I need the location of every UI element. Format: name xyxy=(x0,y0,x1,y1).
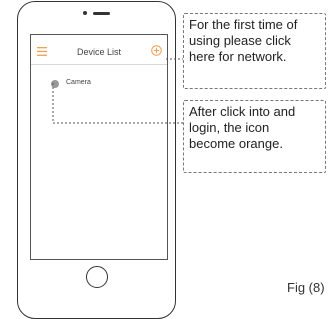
connector-lines xyxy=(52,58,183,124)
figure-label: Fig (8) xyxy=(287,280,325,295)
connector-device-to-callout xyxy=(52,83,183,124)
